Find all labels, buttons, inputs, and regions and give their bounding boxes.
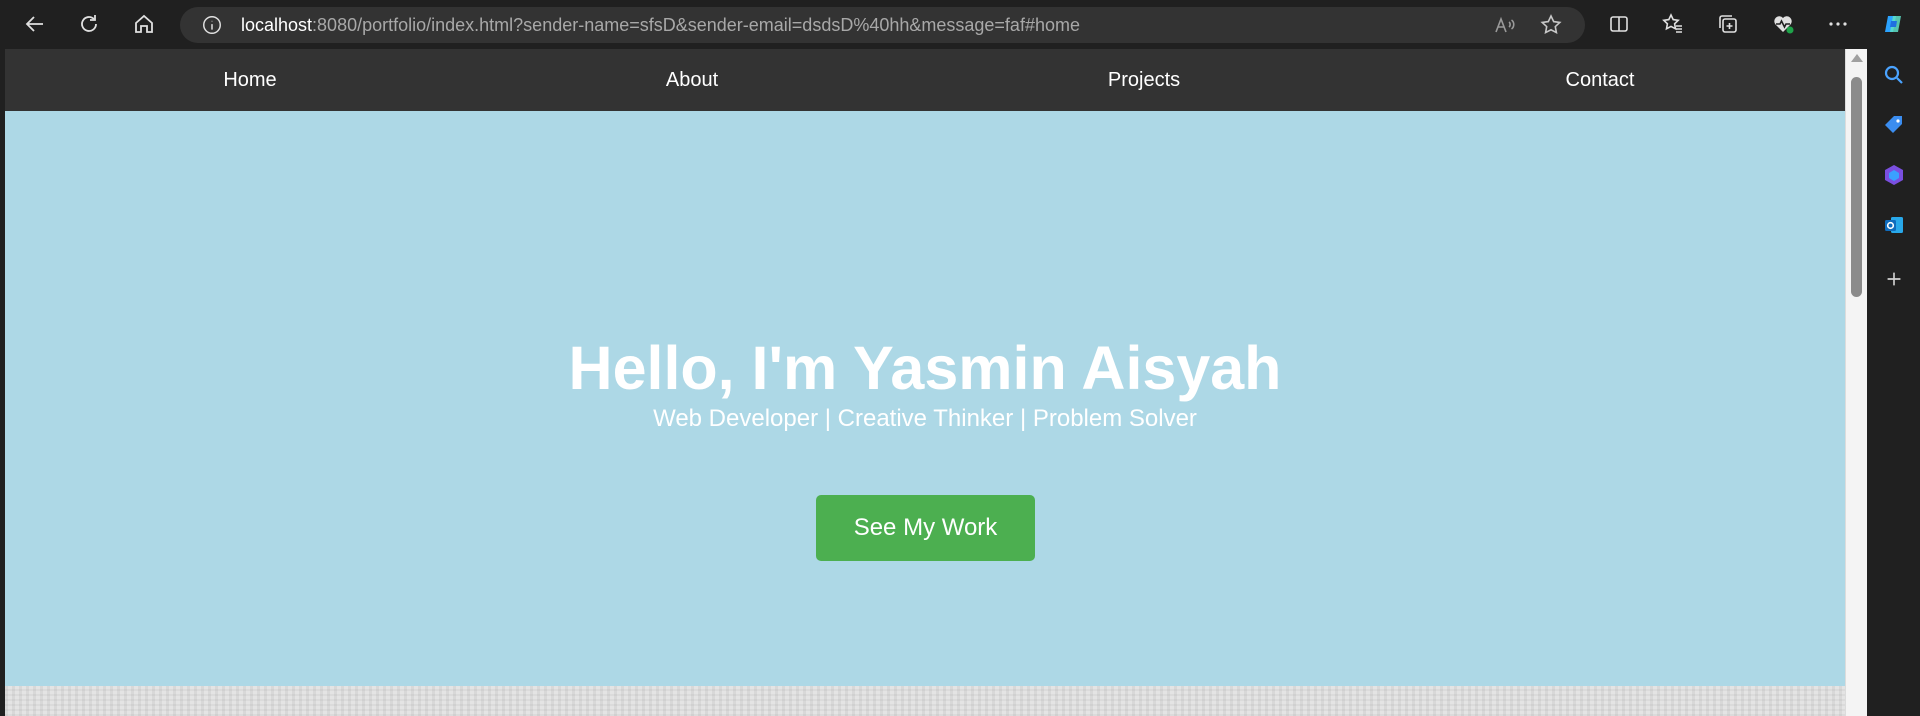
nav-projects-link[interactable]: Projects xyxy=(1074,49,1214,111)
nav-home-link[interactable]: Home xyxy=(185,49,315,111)
shopping-tag-icon[interactable] xyxy=(1881,112,1907,138)
home-icon[interactable] xyxy=(128,8,160,40)
add-icon[interactable] xyxy=(1881,266,1907,292)
hero-title: Hello, I'm Yasmin Aisyah xyxy=(568,334,1282,402)
scroll-up-arrow-icon[interactable] xyxy=(1851,54,1863,62)
m365-icon[interactable] xyxy=(1881,162,1907,188)
scroll-thumb[interactable] xyxy=(1851,77,1862,297)
outlook-icon[interactable] xyxy=(1881,212,1907,238)
browser-essentials-icon[interactable] xyxy=(1767,8,1799,40)
search-icon[interactable] xyxy=(1881,62,1907,88)
url-path: :8080/portfolio/index.html?sender-name=s… xyxy=(312,15,1080,35)
page-scrollbar[interactable] xyxy=(1845,49,1867,716)
background-texture xyxy=(5,686,1845,716)
copilot-icon[interactable] xyxy=(1877,8,1909,40)
web-page: Home About Projects Contact Hello, I'm Y… xyxy=(5,49,1845,716)
collections-icon[interactable] xyxy=(1712,8,1744,40)
site-navbar: Home About Projects Contact xyxy=(5,49,1845,111)
address-bar[interactable]: localhost:8080/portfolio/index.html?send… xyxy=(180,7,1585,43)
refresh-icon[interactable] xyxy=(73,8,105,40)
back-icon[interactable] xyxy=(19,8,51,40)
info-icon[interactable] xyxy=(200,13,224,37)
browser-sidebar xyxy=(1867,49,1920,716)
hero-section: Hello, I'm Yasmin Aisyah Web Developer |… xyxy=(5,111,1845,686)
browser-toolbar: localhost:8080/portfolio/index.html?send… xyxy=(0,0,1920,49)
nav-contact-link[interactable]: Contact xyxy=(1530,49,1670,111)
nav-about-link[interactable]: About xyxy=(627,49,757,111)
more-icon[interactable] xyxy=(1822,8,1854,40)
read-aloud-icon[interactable] xyxy=(1492,13,1516,37)
url-host: localhost xyxy=(241,15,313,35)
url-text[interactable]: localhost:8080/portfolio/index.html?send… xyxy=(241,7,1080,43)
favorites-icon[interactable] xyxy=(1657,8,1689,40)
hero-subtitle: Web Developer | Creative Thinker | Probl… xyxy=(653,405,1197,432)
favorite-star-icon[interactable] xyxy=(1539,13,1563,37)
split-screen-icon[interactable] xyxy=(1603,8,1635,40)
see-my-work-button[interactable]: See My Work xyxy=(816,495,1035,561)
